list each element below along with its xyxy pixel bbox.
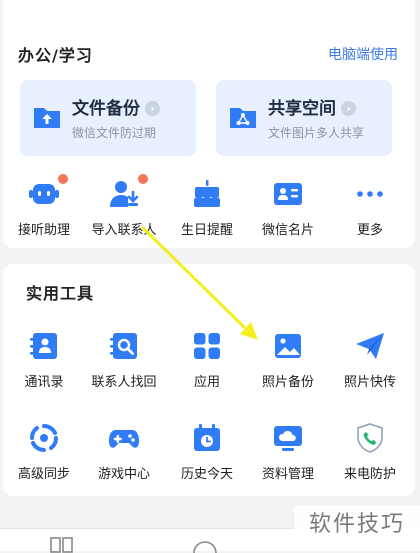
notification-dot — [58, 174, 68, 184]
shared-space-subtitle: 文件图片多人共享 — [268, 126, 365, 140]
file-backup-card[interactable]: 文件备份 › 微信文件防过期 — [20, 80, 196, 156]
paper-plane-icon — [356, 333, 384, 359]
tools-section-title: 实用工具 — [26, 284, 95, 303]
share-folder-icon — [230, 108, 256, 128]
contact-recovery-label: 联系人找回 — [91, 375, 157, 390]
photo-transfer-label: 照片快传 — [343, 375, 396, 390]
birthday-cake-icon — [194, 180, 220, 207]
import-contacts-icon — [110, 181, 139, 207]
wechat-card-item[interactable]: 微信名片 — [246, 178, 330, 238]
advanced-sync-item[interactable]: 高级同步 — [2, 422, 86, 482]
chevron-right-icon: › — [341, 101, 356, 116]
robot-icon — [29, 184, 59, 204]
advanced-sync-label: 高级同步 — [17, 467, 70, 482]
photo-backup-item[interactable]: 照片备份 — [246, 330, 330, 390]
answer-assistant-label: 接听助理 — [17, 223, 70, 238]
call-shield-icon — [357, 423, 383, 453]
birthday-reminder-item[interactable]: 生日提醒 — [165, 178, 249, 238]
answer-assistant-item[interactable]: 接听助理 — [2, 174, 86, 238]
history-today-label: 历史今天 — [180, 467, 233, 482]
apps-label: 应用 — [193, 375, 220, 390]
shared-space-card[interactable]: 共享空间 › 文件图片多人共享 — [216, 80, 392, 156]
call-protection-item[interactable]: 来电防护 — [328, 422, 412, 482]
chevron-right-icon: › — [145, 101, 160, 116]
game-center-item[interactable]: 游戏中心 — [82, 422, 166, 482]
birthday-reminder-label: 生日提醒 — [180, 223, 233, 238]
notification-dot — [138, 174, 148, 184]
calendar-icon — [194, 424, 220, 451]
file-backup-title: 文件备份 — [72, 99, 140, 119]
call-protection-label: 来电防护 — [343, 467, 396, 482]
discover-tab-icon[interactable] — [192, 537, 218, 553]
photo-transfer-item[interactable]: 照片快传 — [328, 330, 412, 390]
cloud-monitor-icon — [274, 426, 302, 451]
address-book-label: 通讯录 — [24, 375, 64, 390]
photo-icon — [275, 334, 301, 358]
watermark-text: 软件技巧 — [294, 506, 420, 544]
office-section-title: 办公/学习 — [18, 46, 93, 65]
address-book-item[interactable]: 通讯录 — [2, 330, 86, 390]
game-center-label: 游戏中心 — [97, 467, 150, 482]
import-contacts-label: 导入联系人 — [91, 223, 157, 238]
apps-grid-icon — [194, 333, 220, 359]
data-management-item[interactable]: 资料管理 — [246, 422, 330, 482]
gamepad-icon — [109, 430, 139, 448]
contact-recovery-icon — [110, 333, 137, 359]
contact-recovery-item[interactable]: 联系人找回 — [82, 330, 166, 390]
more-item[interactable]: 更多 — [328, 178, 412, 238]
sync-icon — [30, 423, 58, 453]
import-contacts-item[interactable]: 导入联系人 — [82, 174, 166, 238]
more-label: 更多 — [356, 223, 383, 238]
business-card-icon — [274, 183, 302, 205]
more-icon — [357, 191, 383, 197]
apps-item[interactable]: 应用 — [165, 330, 249, 390]
shared-space-title: 共享空间 — [268, 99, 336, 119]
wechat-card-label: 微信名片 — [261, 223, 314, 238]
file-backup-subtitle: 微信文件防过期 — [72, 126, 157, 140]
grid-tab-icon[interactable] — [50, 537, 74, 553]
address-book-icon — [30, 333, 57, 359]
data-management-label: 资料管理 — [261, 467, 314, 482]
desktop-use-link[interactable]: 电脑端使用 — [328, 44, 398, 64]
history-today-item[interactable]: 历史今天 — [165, 422, 249, 482]
photo-backup-label: 照片备份 — [261, 375, 314, 390]
upload-folder-icon — [34, 108, 60, 128]
